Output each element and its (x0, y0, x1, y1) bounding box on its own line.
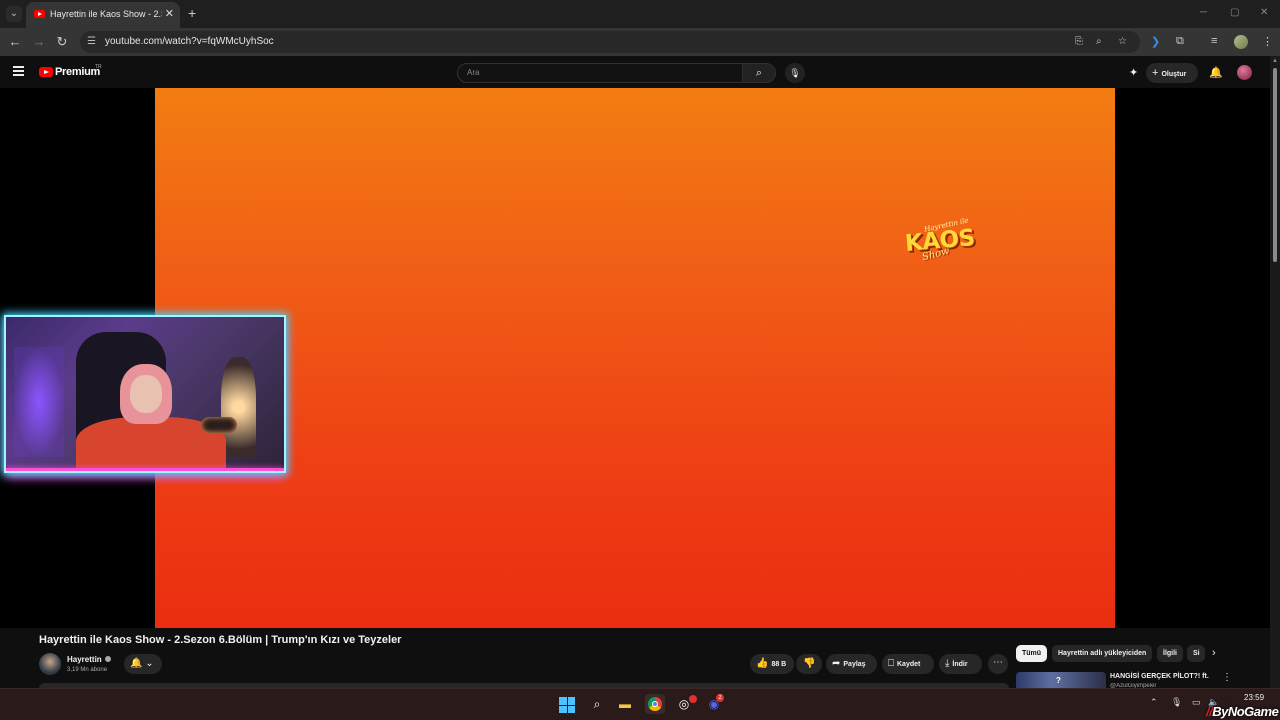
maximize-icon[interactable]: ▢ (1230, 7, 1239, 18)
reload-icon[interactable]: ↻ (54, 34, 70, 50)
tab-search-dropdown[interactable]: ⌄ (6, 6, 22, 22)
browser-toolbar: ← → ↻ ☰ youtube.com/watch?v=fqWMcUyhSoc … (0, 28, 1280, 56)
chrome-icon[interactable] (645, 694, 665, 714)
webcam-microphone (201, 417, 237, 433)
voice-search-button[interactable]: 🎙 (785, 63, 805, 83)
like-button[interactable]: 👍 88 B (750, 654, 794, 674)
share-button[interactable]: ➦ Paylaş (826, 654, 877, 674)
extension-translate-icon[interactable]: ❯ (1151, 35, 1160, 48)
save-button[interactable]: ⎕ Kaydet (882, 654, 934, 674)
site-info-icon[interactable]: ☰ (87, 36, 96, 47)
bynogame-watermark: //ByNoGame (1206, 704, 1279, 719)
scroll-up-icon[interactable]: ▲ (1272, 58, 1278, 64)
back-icon[interactable]: ← (7, 34, 23, 49)
recommendation-thumbnail[interactable]: ? (1016, 672, 1106, 688)
tab-title: Hayrettin ile Kaos Show - 2.Sezon 6.Bölü… (50, 9, 162, 19)
reading-list-icon[interactable]: ≡ (1211, 35, 1217, 47)
video-player[interactable] (155, 88, 1115, 628)
account-avatar[interactable] (1237, 65, 1252, 80)
chip-all[interactable]: Tümü (1016, 645, 1048, 662)
video-title: Hayrettin ile Kaos Show - 2.Sezon 6.Bölü… (39, 634, 402, 646)
download-button[interactable]: ⤓ İndir (939, 654, 982, 674)
extensions-puzzle-icon[interactable]: ⧉ (1176, 35, 1184, 48)
youtube-logo-icon[interactable] (39, 67, 53, 77)
browser-tab-bar: ⌄ Hayrettin ile Kaos Show - 2.Sezon 6.Bö… (0, 0, 1280, 28)
like-count: 88 B (771, 661, 787, 668)
hamburger-menu-icon[interactable] (13, 66, 24, 76)
zoom-icon[interactable]: ⌕ (1096, 36, 1102, 47)
search-icon: ⌕ (755, 67, 763, 79)
chevron-right-icon[interactable]: › (1212, 647, 1216, 659)
bookmark-icon: ⎕ (888, 658, 894, 669)
thumbs-up-icon: 👍 (756, 658, 769, 669)
chip-partial[interactable]: Si (1187, 645, 1205, 662)
recommendation-menu-icon[interactable]: ⋮ (1222, 672, 1232, 683)
save-label: Kaydet (897, 661, 921, 668)
tray-mic-icon[interactable]: 🎙 (1171, 697, 1182, 708)
taskbar-search-icon[interactable]: ⌕ (587, 694, 607, 714)
page-scrollbar[interactable]: ▲ (1270, 56, 1280, 688)
watermark-text: ByNoGame (1212, 704, 1279, 719)
search-button[interactable]: ⌕ (743, 63, 776, 83)
minimize-icon[interactable]: ─ (1200, 7, 1207, 18)
download-icon: ⤓ (945, 658, 950, 669)
search-input[interactable]: Ara (457, 63, 743, 83)
url-text: youtube.com/watch?v=fqWMcUyhSoc (105, 36, 274, 47)
bell-icon: 🔔 (130, 658, 143, 669)
create-button[interactable]: + Oluştur (1146, 63, 1198, 83)
webcam-overlay (4, 315, 286, 473)
obs-notification-badge (689, 695, 697, 703)
thumbnail-text: ? (1056, 676, 1061, 685)
windows-start-icon[interactable] (559, 697, 575, 713)
kaos-show-logo: Hayrettin ile KAOS Show (902, 216, 992, 268)
thumbs-down-icon: 👎 (803, 658, 816, 669)
webcam-purple-light (14, 347, 64, 457)
bookmark-star-icon[interactable]: ☆ (1118, 36, 1127, 47)
country-code: TR (95, 64, 102, 70)
plus-icon: + (1152, 67, 1159, 79)
recommendation-title[interactable]: HANGİSİ GERÇEK PİLOT?! ft. (1110, 673, 1209, 680)
more-actions-button[interactable]: ⋯ (988, 654, 1008, 674)
browser-tab-active[interactable]: Hayrettin ile Kaos Show - 2.Sezon 6.Bölü… (26, 2, 180, 28)
install-app-icon[interactable]: ⎘ (1075, 36, 1083, 47)
tray-display-icon[interactable]: ▭ (1192, 697, 1201, 708)
channel-avatar[interactable] (39, 653, 61, 675)
browser-profile-avatar[interactable] (1234, 35, 1248, 49)
more-dots-icon: ⋯ (993, 657, 1003, 668)
scrollbar-thumb[interactable] (1273, 68, 1277, 262)
dislike-button[interactable]: 👎 (796, 654, 822, 674)
tab-close-icon[interactable]: ✕ (165, 7, 174, 20)
download-label: İndir (952, 661, 968, 668)
microphone-icon: 🎙 (789, 68, 801, 78)
ai-sparkle-icon[interactable]: ✦ (1129, 66, 1138, 79)
channel-name[interactable]: Hayrettin (67, 655, 102, 664)
new-tab-icon[interactable]: + (188, 5, 196, 21)
chip-related[interactable]: İlgili (1157, 645, 1183, 662)
share-icon: ➦ (832, 658, 841, 669)
browser-menu-icon[interactable]: ⋮ (1262, 35, 1273, 48)
verified-icon (105, 656, 111, 662)
chevron-down-icon: ⌄ (145, 658, 154, 669)
share-label: Paylaş (843, 661, 866, 668)
chrome-logo (648, 697, 662, 711)
notifications-bell-icon[interactable]: 🔔 (1209, 66, 1223, 79)
clock-time[interactable]: 23:59 (1244, 693, 1264, 702)
webcam-person-face (130, 375, 162, 413)
chip-from-uploader[interactable]: Hayrettin adlı yükleyiciden (1052, 645, 1153, 662)
close-window-icon[interactable]: ✕ (1260, 7, 1268, 18)
forward-icon[interactable]: → (31, 34, 47, 49)
file-explorer-icon[interactable]: ▬ (615, 694, 635, 714)
create-label: Oluştur (1161, 71, 1187, 78)
tray-chevron-icon[interactable]: ⌃ (1150, 697, 1158, 708)
youtube-header: Premium TR Ara ⌕ 🎙 ✦ + Oluştur 🔔 (0, 56, 1280, 88)
address-bar[interactable]: ☰ youtube.com/watch?v=fqWMcUyhSoc ⎘ ⌕ ☆ (80, 31, 1140, 53)
subscriber-count: 3,19 Mn abone (67, 667, 108, 673)
youtube-favicon (34, 10, 45, 18)
search-placeholder: Ara (467, 68, 480, 77)
youtube-premium-logo-text[interactable]: Premium (55, 66, 100, 78)
subscription-bell-button[interactable]: 🔔 ⌄ (124, 654, 162, 674)
webcam-christmas-tree (221, 357, 256, 457)
windows-taskbar (0, 688, 1280, 720)
discord-badge: 2 (716, 694, 724, 702)
